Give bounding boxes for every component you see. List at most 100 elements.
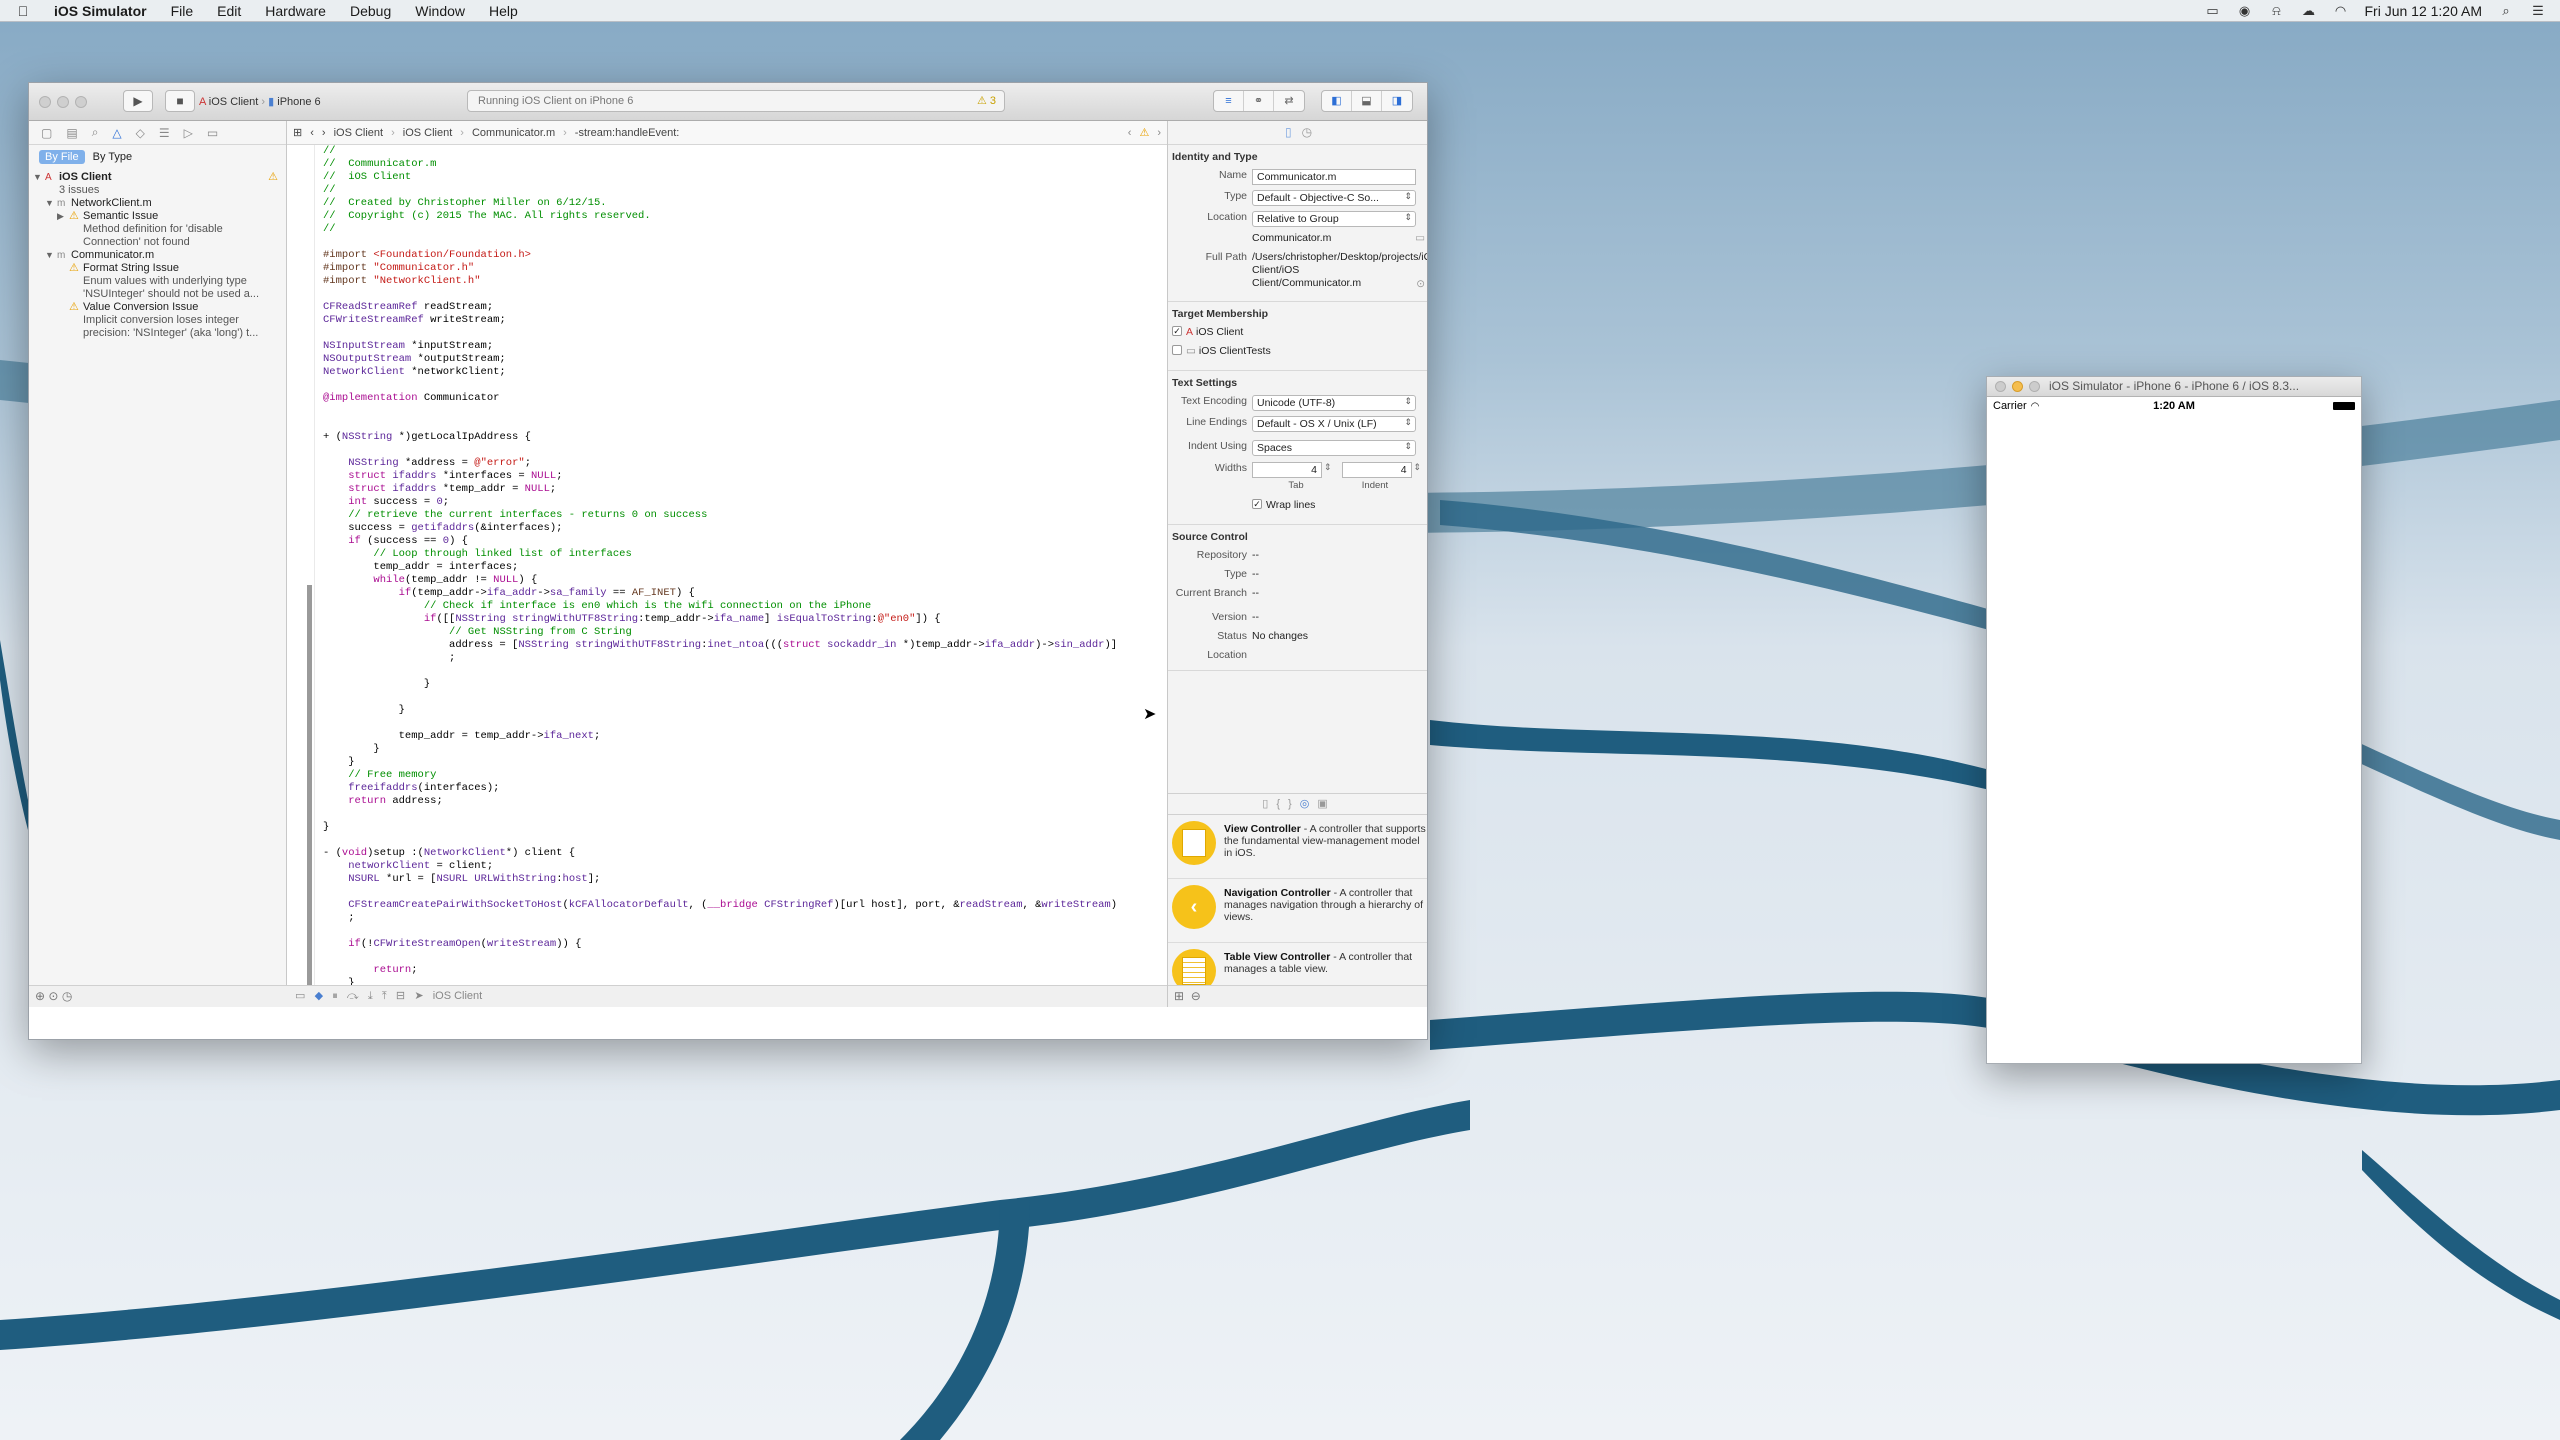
jump-method[interactable]: -stream:handleEvent:: [575, 127, 680, 139]
location-popup[interactable]: Relative to Group: [1252, 211, 1416, 227]
tree-issue-detail[interactable]: Method definition for 'disable Connectio…: [33, 223, 273, 249]
tree-file-row[interactable]: ▼ m Communicator.m: [33, 249, 286, 262]
zoom-button[interactable]: [75, 96, 87, 108]
file-template-icon[interactable]: ▯: [1262, 798, 1276, 810]
scheme-selector[interactable]: A iOS Client › ▮ iPhone 6: [199, 95, 321, 108]
jump-group[interactable]: iOS Client: [403, 127, 453, 139]
object-library-icon[interactable]: ◎: [1300, 798, 1318, 810]
notification-icon[interactable]: ⍾: [2268, 3, 2284, 18]
breakpoint-navigator-icon[interactable]: ▷: [184, 126, 193, 140]
stop-button[interactable]: ■: [165, 90, 195, 112]
source-code[interactable]: // // Communicator.m // iOS Client // //…: [323, 145, 1117, 985]
apple-icon[interactable]: : [0, 3, 46, 19]
simulator-screen[interactable]: [1987, 415, 2361, 1063]
debug-navigator-icon[interactable]: ☰: [159, 126, 170, 140]
close-button[interactable]: [1995, 381, 2006, 392]
by-type-button[interactable]: By Type: [93, 151, 133, 163]
related-items-icon[interactable]: ⊞: [293, 126, 302, 139]
reveal-arrow-icon[interactable]: ⊙: [1416, 278, 1425, 290]
forward-icon[interactable]: ›: [322, 127, 326, 139]
issue-warning-icon[interactable]: ⚠: [1139, 126, 1149, 139]
test-navigator-icon[interactable]: ◇: [136, 126, 145, 140]
jump-project[interactable]: iOS Client: [334, 127, 384, 139]
jump-file[interactable]: Communicator.m: [472, 127, 555, 139]
previous-issue-icon[interactable]: ‹: [1128, 127, 1132, 139]
line-endings-popup[interactable]: Default - OS X / Unix (LF): [1252, 416, 1416, 432]
indent-width-field[interactable]: 4: [1341, 462, 1412, 478]
minimize-button[interactable]: [2012, 381, 2023, 392]
filter-issues-icon[interactable]: ⊕: [35, 989, 45, 1003]
filter-history-icon[interactable]: ◷: [62, 989, 72, 1003]
type-popup[interactable]: Default - Objective-C So...: [1252, 190, 1416, 206]
run-button[interactable]: ▶: [123, 90, 153, 112]
step-out-icon[interactable]: ⤒: [382, 990, 387, 1002]
menu-app-name[interactable]: iOS Simulator: [46, 3, 159, 19]
tree-issue-row[interactable]: ▶ ⚠ Semantic Issue: [33, 210, 286, 223]
airplay-icon[interactable]: ▭: [2204, 3, 2220, 18]
next-issue-icon[interactable]: ›: [1157, 127, 1161, 139]
menu-file[interactable]: File: [159, 3, 206, 19]
tree-file-row[interactable]: ▼ m NetworkClient.m: [33, 197, 286, 210]
media-library-icon[interactable]: ▣: [1317, 798, 1335, 810]
close-button[interactable]: [39, 96, 51, 108]
disclosure-triangle-icon[interactable]: ▼: [45, 249, 57, 262]
menu-debug[interactable]: Debug: [338, 3, 403, 19]
name-field[interactable]: Communicator.m: [1252, 169, 1416, 185]
folder-icon[interactable]: ▭: [1415, 232, 1425, 244]
pause-icon[interactable]: ⏸: [332, 990, 338, 1002]
library-item[interactable]: ‹ Navigation Controller - A controller t…: [1168, 879, 1427, 943]
menu-clock[interactable]: Fri Jun 12 1:20 AM: [2364, 3, 2482, 19]
tab-stepper-icon[interactable]: ⇕: [1324, 462, 1332, 473]
disclosure-triangle-icon[interactable]: ▶: [57, 210, 69, 223]
step-into-icon[interactable]: ⤓: [368, 990, 373, 1002]
indent-using-popup[interactable]: Spaces: [1252, 440, 1416, 456]
tab-width-field[interactable]: 4: [1252, 462, 1322, 478]
symbol-navigator-icon[interactable]: ▤: [66, 126, 77, 140]
step-over-icon[interactable]: ⤼: [347, 990, 359, 1002]
tree-issue-detail[interactable]: Implicit conversion loses integer precis…: [33, 314, 283, 340]
by-file-button[interactable]: By File: [39, 150, 85, 164]
quick-help-icon[interactable]: ◷: [1302, 125, 1312, 139]
tree-issue-row[interactable]: ⚠ Value Conversion Issue: [33, 301, 286, 314]
tree-issue-detail[interactable]: Enum values with underlying type 'NSUInt…: [33, 275, 283, 301]
library-item[interactable]: View Controller - A controller that supp…: [1168, 815, 1427, 879]
report-navigator-icon[interactable]: ▭: [207, 126, 218, 140]
target-checkbox[interactable]: [1172, 345, 1182, 355]
file-inspector-icon[interactable]: ▯: [1285, 125, 1292, 139]
code-snippet-icon[interactable]: {}: [1276, 798, 1299, 810]
cloud-icon[interactable]: ☁: [2300, 3, 2316, 18]
debug-toggle-icon[interactable]: ⬓: [1352, 91, 1382, 111]
view-toggle-control[interactable]: ◧ ⬓ ◨: [1321, 90, 1413, 112]
project-navigator-icon[interactable]: ▢: [41, 126, 52, 140]
location-icon[interactable]: ➤: [414, 990, 423, 1002]
back-icon[interactable]: ‹: [310, 127, 314, 139]
notification-center-icon[interactable]: ☰: [2530, 3, 2546, 18]
text-encoding-popup[interactable]: Unicode (UTF-8): [1252, 395, 1416, 411]
utilities-toggle-icon[interactable]: ◨: [1382, 91, 1412, 111]
zoom-button[interactable]: [2029, 381, 2040, 392]
find-navigator-icon[interactable]: ⌕: [92, 125, 99, 140]
indent-stepper-icon[interactable]: ⇕: [1414, 462, 1422, 473]
record-icon[interactable]: ◉: [2236, 3, 2252, 18]
tree-issue-row[interactable]: ⚠ Format String Issue: [33, 262, 286, 275]
menu-hardware[interactable]: Hardware: [253, 3, 338, 19]
spotlight-search-icon[interactable]: ⌕: [2498, 3, 2514, 18]
assistant-editor-icon[interactable]: ⚭: [1244, 91, 1274, 111]
minimize-button[interactable]: [57, 96, 69, 108]
grid-view-icon[interactable]: ⊞: [1174, 989, 1184, 1003]
standard-editor-icon[interactable]: ≡: [1214, 91, 1244, 111]
menu-edit[interactable]: Edit: [205, 3, 253, 19]
library-filter-icon[interactable]: ⊖: [1191, 989, 1201, 1003]
wrap-lines-checkbox[interactable]: ✓: [1252, 499, 1262, 509]
issue-navigator-icon[interactable]: △: [112, 126, 121, 140]
view-hierarchy-icon[interactable]: ⊟: [396, 990, 405, 1002]
menu-window[interactable]: Window: [403, 3, 477, 19]
breakpoints-toggle-icon[interactable]: ◆: [315, 990, 323, 1002]
editor-mode-control[interactable]: ≡ ⚭ ⇄: [1213, 90, 1305, 112]
navigator-toggle-icon[interactable]: ◧: [1322, 91, 1352, 111]
menu-help[interactable]: Help: [477, 3, 530, 19]
warning-count-badge[interactable]: ⚠ 3: [977, 91, 996, 111]
target-checkbox-checked[interactable]: ✓: [1172, 326, 1182, 336]
disclosure-triangle-icon[interactable]: ▼: [45, 197, 57, 210]
disclosure-triangle-icon[interactable]: ▼: [33, 171, 45, 184]
